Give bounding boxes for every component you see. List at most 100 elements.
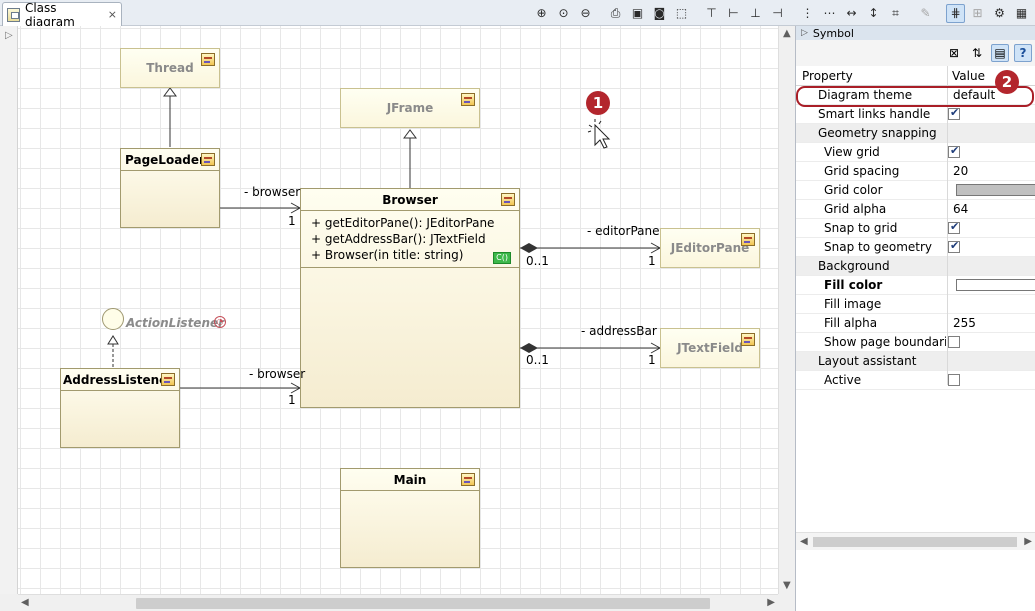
property-group-geometry-snapping[interactable]: Geometry snapping xyxy=(796,124,1035,143)
color-swatch[interactable] xyxy=(956,184,1035,196)
collapse-icon[interactable]: ▷ xyxy=(801,28,808,38)
property-checkbox[interactable] xyxy=(948,374,960,386)
edit-pencil-icon[interactable]: ✎ xyxy=(916,4,935,23)
same-width-icon[interactable]: ↔ xyxy=(842,4,861,23)
reset-properties-icon[interactable]: ⊠ xyxy=(945,44,963,62)
canvas-vertical-scrollbar[interactable]: ▲ ▼ xyxy=(778,26,795,594)
palette-toggle-strip[interactable]: ▷ xyxy=(0,26,18,594)
save-icon[interactable]: ▣ xyxy=(628,4,647,23)
property-checkbox[interactable] xyxy=(948,106,960,120)
page-setup-icon[interactable]: ⬚ xyxy=(672,4,691,23)
print-icon[interactable]: ⎙ xyxy=(606,4,625,23)
operation-get-address-bar[interactable]: + getAddressBar(): JTextField xyxy=(311,231,519,247)
property-label: Background xyxy=(818,259,890,273)
color-swatch[interactable] xyxy=(956,279,1035,291)
zoom-in-icon[interactable]: ⊕ xyxy=(532,4,551,23)
more-icon[interactable]: ▦ xyxy=(1012,4,1031,23)
panel-title: Symbol xyxy=(812,26,854,40)
property-row-snap-to-geometry[interactable]: Snap to geometry xyxy=(796,238,1035,257)
class-settings-icon[interactable] xyxy=(161,373,175,386)
property-row-fill-color[interactable]: Fill color xyxy=(796,276,1035,295)
operation-constructor[interactable]: + Browser(in title: string) xyxy=(311,247,519,263)
column-divider[interactable] xyxy=(947,66,948,385)
interface-actionlistener[interactable] xyxy=(102,308,124,330)
arrange-icon[interactable]: ⌗ xyxy=(886,4,905,23)
property-checkbox[interactable] xyxy=(948,144,960,158)
scroll-left-icon[interactable]: ◀ xyxy=(21,597,29,608)
property-row-view-grid[interactable]: View grid xyxy=(796,143,1035,162)
class-settings-icon[interactable] xyxy=(741,233,755,246)
panel-header[interactable]: ▷ Symbol xyxy=(796,26,1035,40)
align-right-icon[interactable]: ⊣ xyxy=(768,4,787,23)
property-row-active[interactable]: Active xyxy=(796,371,1035,390)
close-icon[interactable]: ⨯ xyxy=(108,9,117,20)
scroll-up-icon[interactable]: ▲ xyxy=(783,28,791,39)
align-left-icon[interactable]: ⊢ xyxy=(724,4,743,23)
help-icon[interactable]: ? xyxy=(1014,44,1032,62)
tab-class-diagram[interactable]: Class diagram ⨯ xyxy=(2,1,122,29)
diagram-canvas[interactable]: Thread JFrame PageLoader Browser + getEd… xyxy=(18,26,778,594)
property-checkbox[interactable] xyxy=(948,336,960,348)
property-row-snap-to-grid[interactable]: Snap to grid xyxy=(796,219,1035,238)
zoom-fit-icon[interactable]: ⊙ xyxy=(554,4,573,23)
align-bottom-icon[interactable]: ⊥ xyxy=(746,4,765,23)
class-jeditorpane[interactable]: JEditorPane xyxy=(660,228,760,268)
class-jtextfield[interactable]: JTextField xyxy=(660,328,760,368)
property-row-grid-spacing[interactable]: Grid spacing 20 xyxy=(796,162,1035,181)
class-browser[interactable]: Browser + getEditorPane(): JEditorPane +… xyxy=(300,188,520,408)
scroll-down-icon[interactable]: ▼ xyxy=(783,580,791,591)
grid-snap-icon[interactable]: ⋕ xyxy=(946,3,965,23)
class-settings-icon[interactable] xyxy=(501,193,515,206)
distribute-horizontal-icon[interactable]: ⋯ xyxy=(820,4,839,23)
class-main[interactable]: Main xyxy=(340,468,480,568)
class-settings-icon[interactable] xyxy=(461,473,475,486)
scroll-right-icon[interactable]: ▶ xyxy=(1024,536,1032,547)
property-value[interactable]: 64 xyxy=(953,202,968,216)
property-checkbox[interactable] xyxy=(948,220,960,234)
composition-diamond xyxy=(520,343,538,353)
distribute-vertical-icon[interactable]: ⋮ xyxy=(798,4,817,23)
class-thread[interactable]: Thread xyxy=(120,48,220,88)
property-group-background[interactable]: Background xyxy=(796,257,1035,276)
grid-icon[interactable]: ⊞ xyxy=(968,4,987,23)
scroll-left-icon[interactable]: ◀ xyxy=(800,536,808,547)
property-value[interactable]: 20 xyxy=(953,164,968,178)
canvas-horizontal-scrollbar[interactable]: ◀ ▶ xyxy=(18,594,778,611)
property-value[interactable]: 255 xyxy=(953,316,976,330)
panel-horizontal-scrollbar[interactable]: ◀ ▶ xyxy=(796,532,1035,550)
zoom-out-icon[interactable]: ⊖ xyxy=(576,4,595,23)
property-checkbox[interactable] xyxy=(948,239,960,253)
scroll-thumb[interactable] xyxy=(813,537,1017,547)
same-height-icon[interactable]: ↕ xyxy=(864,4,883,23)
class-settings-icon[interactable] xyxy=(741,333,755,346)
composition-diamond xyxy=(520,243,538,253)
property-row-grid-alpha[interactable]: Grid alpha 64 xyxy=(796,200,1035,219)
scroll-right-icon[interactable]: ▶ xyxy=(767,597,775,608)
camera-icon[interactable]: ◙ xyxy=(650,4,669,23)
class-jframe[interactable]: JFrame xyxy=(340,88,480,128)
role-label: - browser xyxy=(249,367,306,381)
align-top-icon[interactable]: ⊤ xyxy=(702,4,721,23)
class-settings-icon[interactable] xyxy=(201,53,215,66)
property-row-fill-alpha[interactable]: Fill alpha 255 xyxy=(796,314,1035,333)
property-row-show-page-boundaries[interactable]: Show page boundaries xyxy=(796,333,1035,352)
class-name: JTextField xyxy=(677,341,743,355)
class-settings-icon[interactable] xyxy=(461,93,475,106)
scroll-thumb[interactable] xyxy=(136,598,710,609)
property-row-smart-links-handle[interactable]: Smart links handle xyxy=(796,105,1035,124)
settings-icon[interactable]: ⚙ xyxy=(990,4,1009,23)
operation-get-editor-pane[interactable]: + getEditorPane(): JEditorPane xyxy=(311,215,519,231)
property-group-layout-assistant[interactable]: Layout assistant xyxy=(796,352,1035,371)
class-addresslistener[interactable]: AddressListener xyxy=(60,368,180,448)
property-row-fill-image[interactable]: Fill image xyxy=(796,295,1035,314)
categories-icon[interactable]: ▤ xyxy=(991,44,1009,62)
property-label: Active xyxy=(824,373,862,387)
class-pageloader[interactable]: PageLoader xyxy=(120,148,220,228)
property-label: Fill image xyxy=(824,297,882,311)
property-row-grid-color[interactable]: Grid color xyxy=(796,181,1035,200)
sort-tree-icon[interactable]: ⇅ xyxy=(968,44,986,62)
class-settings-icon[interactable] xyxy=(201,153,215,166)
expand-palette-icon[interactable]: ▷ xyxy=(5,30,13,41)
property-label: Fill alpha xyxy=(824,316,878,330)
interface-settings-icon[interactable]: ◔ xyxy=(214,316,226,328)
